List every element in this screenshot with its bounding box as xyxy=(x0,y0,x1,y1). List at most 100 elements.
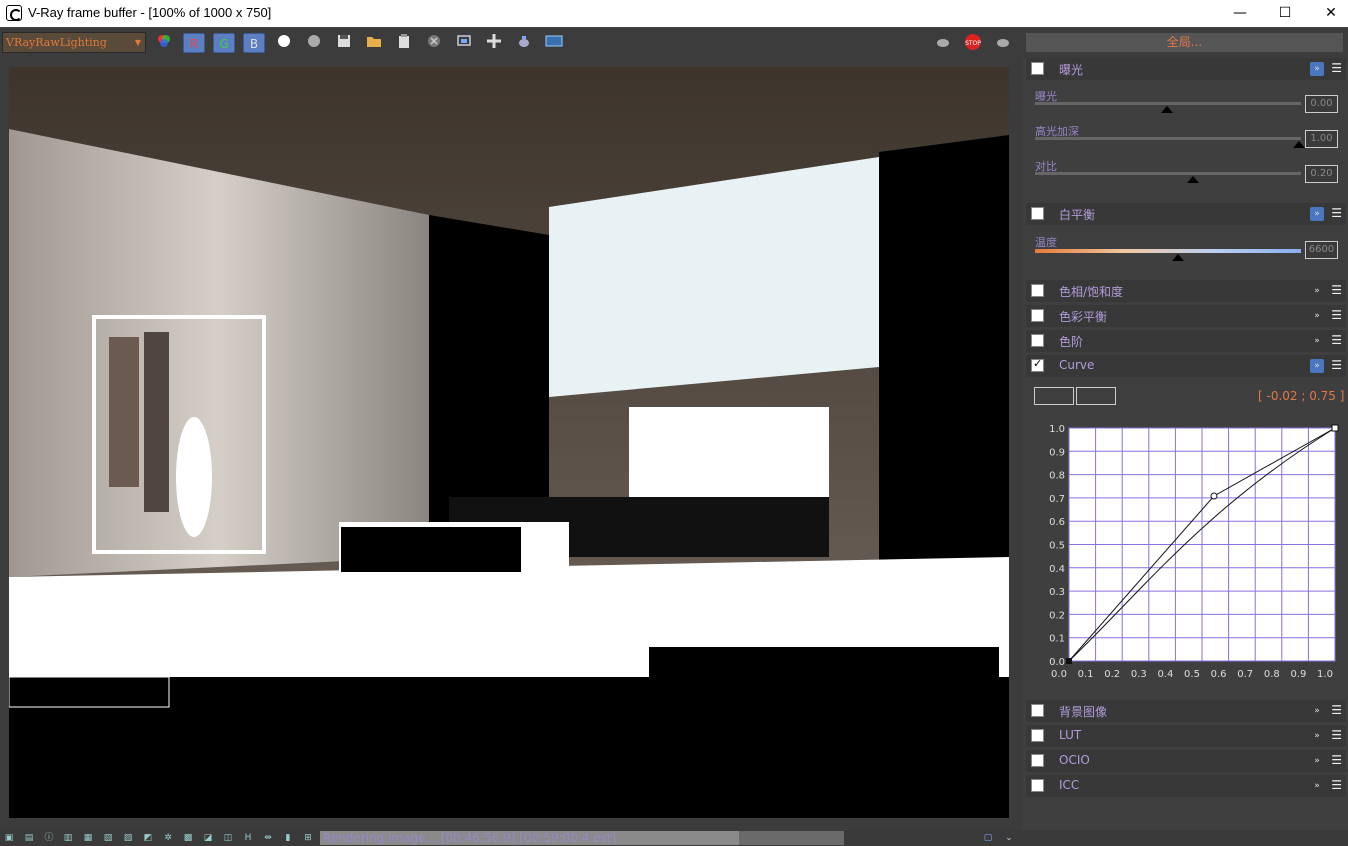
lens-fx-icon[interactable] xyxy=(543,33,565,53)
icc-checkbox[interactable] xyxy=(1031,779,1044,792)
save-icon[interactable] xyxy=(333,33,355,53)
green-channel-button[interactable]: G xyxy=(213,33,235,53)
expand-icon[interactable]: » xyxy=(1310,729,1324,743)
color-balance-checkbox[interactable] xyxy=(1031,309,1044,322)
clear-icon[interactable] xyxy=(423,33,445,53)
teapot-right-icon[interactable] xyxy=(992,33,1014,53)
curve-preset-button-2[interactable] xyxy=(1076,387,1116,405)
ocio-section[interactable]: OCIO » ☰ xyxy=(1026,750,1346,772)
levels-checkbox[interactable] xyxy=(1031,334,1044,347)
exposure-checkbox[interactable] xyxy=(1031,62,1044,75)
menu-icon[interactable]: ☰ xyxy=(1331,333,1342,347)
gear-icon[interactable]: ✲ xyxy=(162,832,174,844)
close-button[interactable]: ✕ xyxy=(1308,0,1348,27)
teapot-left-icon[interactable] xyxy=(932,33,954,53)
white-circle-icon[interactable] xyxy=(273,33,295,53)
menu-icon[interactable]: ☰ xyxy=(1331,778,1342,792)
menu-icon[interactable]: ☰ xyxy=(1331,728,1342,742)
exposure-slider[interactable] xyxy=(1035,102,1301,113)
maximize-button[interactable]: ☐ xyxy=(1262,0,1308,27)
settings-icon[interactable]: ⊞ xyxy=(302,832,314,844)
expand-icon[interactable]: » xyxy=(1310,779,1324,793)
clipboard-icon[interactable] xyxy=(393,33,415,53)
expand-icon[interactable]: » xyxy=(1310,309,1324,323)
curve-preset-button-1[interactable] xyxy=(1034,387,1074,405)
blue-channel-button[interactable]: B xyxy=(243,33,265,53)
collapse-icon[interactable]: » xyxy=(1310,62,1324,76)
lut-section[interactable]: LUT » ☰ xyxy=(1026,725,1346,747)
curve-editor[interactable]: 1.0 0.9 0.8 0.7 0.6 0.5 0.4 0.3 0.2 0.1 0.0 0.0 0.1… xyxy=(1043,420,1343,680)
exposure-value[interactable]: 0.00 xyxy=(1305,95,1338,113)
lens-icon[interactable]: ◪ xyxy=(202,832,214,844)
icc-section[interactable]: ICC » ☰ xyxy=(1026,775,1346,797)
ab-compare-icon[interactable]: ▮ xyxy=(282,832,294,844)
hue-saturation-section[interactable]: 色相/饱和度 » ☰ xyxy=(1026,280,1346,302)
background-image-section[interactable]: 背景图像 » ☰ xyxy=(1026,700,1346,722)
slider-thumb[interactable] xyxy=(1172,254,1184,261)
collapse-icon[interactable]: » xyxy=(1310,359,1324,373)
highlight-burn-slider[interactable] xyxy=(1035,137,1305,148)
image-icon[interactable]: ▩ xyxy=(182,832,194,844)
follow-mouse-icon[interactable] xyxy=(483,33,505,53)
global-settings-button[interactable]: 全局... xyxy=(1026,33,1343,52)
menu-icon[interactable]: ☰ xyxy=(1331,358,1342,372)
white-balance-checkbox[interactable] xyxy=(1031,207,1044,220)
color-balance-section[interactable]: 色彩平衡 » ☰ xyxy=(1026,305,1346,327)
menu-icon[interactable]: ☰ xyxy=(1331,206,1342,220)
split-icon[interactable]: ⇹ xyxy=(262,832,274,844)
exposure-section[interactable]: 曝光 » ☰ xyxy=(1026,58,1346,80)
menu-icon[interactable]: ☰ xyxy=(1331,753,1342,767)
horizontal-icon[interactable]: H xyxy=(242,832,254,844)
temperature-value[interactable]: 6600 xyxy=(1305,241,1338,259)
teapot-render-icon[interactable] xyxy=(513,33,535,53)
menu-icon[interactable]: ☰ xyxy=(1331,703,1342,717)
curve-icon[interactable]: ◩ xyxy=(142,832,154,844)
slider-thumb[interactable] xyxy=(1187,176,1199,183)
curve-point-end[interactable] xyxy=(1331,424,1339,432)
color-icon[interactable]: ▥ xyxy=(62,832,74,844)
menu-icon[interactable]: ☰ xyxy=(1331,283,1342,297)
red-channel-button[interactable]: R xyxy=(183,33,205,53)
curve-section[interactable]: Curve » ☰ xyxy=(1026,355,1346,377)
open-folder-icon[interactable] xyxy=(363,33,385,53)
list-icon[interactable]: ▦ xyxy=(82,832,94,844)
x-tick-label: 0.0 xyxy=(1051,669,1067,680)
channel-dropdown[interactable]: VRayRawLighting ▼ xyxy=(2,32,146,53)
compare-icon[interactable]: ◫ xyxy=(222,832,234,844)
expand-icon[interactable]: » xyxy=(1310,704,1324,718)
curve-point-start[interactable] xyxy=(1066,658,1072,664)
expand-icon[interactable]: » xyxy=(1310,754,1324,768)
chevron-down-icon[interactable]: ⌄ xyxy=(1003,832,1015,844)
curve-point-mid[interactable] xyxy=(1210,492,1218,500)
color-mode-icon[interactable] xyxy=(153,33,175,53)
curve-checkbox[interactable] xyxy=(1031,357,1044,372)
history-icon[interactable]: ▣ xyxy=(3,832,15,844)
contrast-value[interactable]: 0.20 xyxy=(1305,165,1338,183)
histogram-icon[interactable]: ▨ xyxy=(122,832,134,844)
menu-icon[interactable]: ☰ xyxy=(1331,61,1342,75)
ocio-checkbox[interactable] xyxy=(1031,754,1044,767)
window-icon[interactable]: ▢ xyxy=(982,832,994,844)
menu-icon[interactable]: ☰ xyxy=(1331,308,1342,322)
background-image-checkbox[interactable] xyxy=(1031,704,1044,717)
gray-circle-icon[interactable] xyxy=(303,33,325,53)
highlight-burn-value[interactable]: 1.00 xyxy=(1305,130,1338,148)
stop-icon[interactable]: STOP xyxy=(962,33,984,53)
bars-icon[interactable]: ▧ xyxy=(102,832,114,844)
layers-icon[interactable]: ▤ xyxy=(23,832,35,844)
minimize-button[interactable]: — xyxy=(1217,0,1263,27)
hue-saturation-checkbox[interactable] xyxy=(1031,284,1044,297)
contrast-slider[interactable] xyxy=(1035,172,1301,183)
levels-section[interactable]: 色阶 » ☰ xyxy=(1026,330,1346,352)
render-viewport[interactable] xyxy=(0,58,1021,830)
region-render-icon[interactable] xyxy=(453,33,475,53)
collapse-icon[interactable]: » xyxy=(1310,207,1324,221)
slider-thumb[interactable] xyxy=(1161,106,1173,113)
expand-icon[interactable]: » xyxy=(1310,334,1324,348)
lut-checkbox[interactable] xyxy=(1031,729,1044,742)
slider-thumb[interactable] xyxy=(1293,141,1305,148)
info-icon[interactable]: ⓘ xyxy=(43,832,55,844)
white-balance-section[interactable]: 白平衡 » ☰ xyxy=(1026,203,1346,225)
temperature-slider[interactable] xyxy=(1035,249,1301,261)
expand-icon[interactable]: » xyxy=(1310,284,1324,298)
